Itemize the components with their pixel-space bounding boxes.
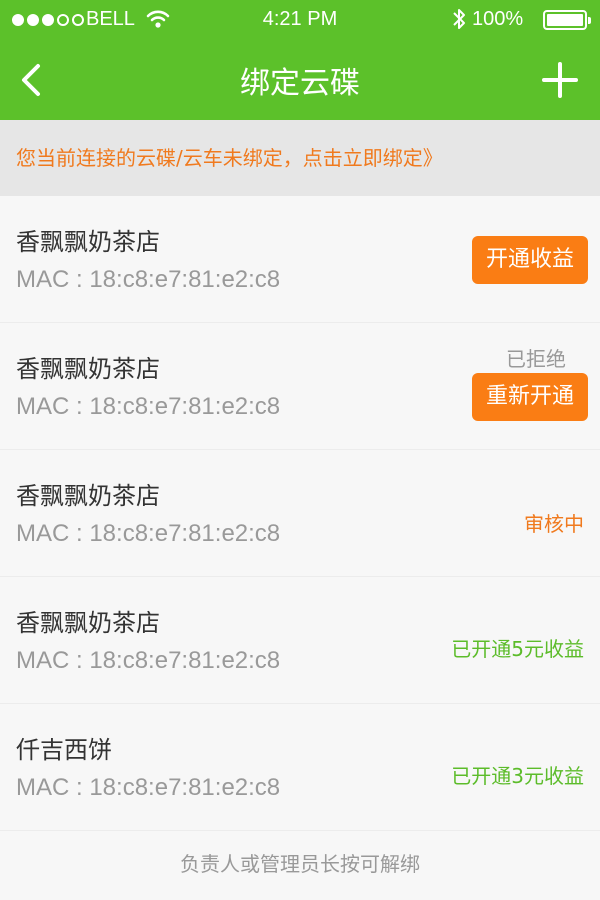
device-name: 香飘飘奶茶店: [16, 482, 160, 510]
plus-icon: [542, 62, 578, 98]
device-mac: MAC : 18:c8:e7:81:e2:c8: [16, 647, 281, 674]
status-activated: 已开通5元收益: [451, 637, 584, 661]
unbind-hint: 负责人或管理员长按可解绑: [180, 852, 420, 876]
device-mac: MAC : 18:c8:e7:81:e2:c8: [16, 774, 281, 801]
status-bar: BELL 4:21 PM 100%: [0, 0, 600, 40]
device-mac: MAC : 18:c8:e7:81:e2:c8: [16, 520, 281, 547]
device-name: 香飘飘奶茶店: [16, 228, 160, 256]
device-mac: MAC : 18:c8:e7:81:e2:c8: [16, 393, 281, 420]
device-name: 香飘飘奶茶店: [16, 609, 160, 637]
device-row[interactable]: 香飘飘奶茶店 MAC : 18:c8:e7:81:e2:c8 开通收益: [0, 196, 600, 323]
device-list: 香飘飘奶茶店 MAC : 18:c8:e7:81:e2:c8 开通收益 香飘飘奶…: [0, 196, 600, 831]
reactivate-button[interactable]: 重新开通: [472, 373, 588, 421]
battery-icon: [543, 10, 591, 30]
bind-notice-banner[interactable]: 您当前连接的云碟/云车未绑定，点击立即绑定》: [0, 120, 600, 196]
enable-earnings-button[interactable]: 开通收益: [472, 236, 588, 284]
device-row[interactable]: 香飘飘奶茶店 MAC : 18:c8:e7:81:e2:c8 已拒绝 重新开通: [0, 323, 600, 450]
device-row[interactable]: 仟吉西饼 MAC : 18:c8:e7:81:e2:c8 已开通3元收益: [0, 704, 600, 831]
device-name: 仟吉西饼: [16, 736, 112, 764]
status-under-review: 审核中: [524, 512, 584, 536]
status-rejected: 已拒绝: [506, 347, 566, 371]
device-mac: MAC : 18:c8:e7:81:e2:c8: [16, 266, 281, 293]
page-title: 绑定云碟: [240, 66, 360, 101]
bluetooth-icon: [452, 7, 466, 35]
add-button[interactable]: [540, 60, 580, 100]
device-row[interactable]: 香飘飘奶茶店 MAC : 18:c8:e7:81:e2:c8 已开通5元收益: [0, 577, 600, 704]
status-activated: 已开通3元收益: [451, 764, 584, 788]
battery-percent: 100%: [472, 8, 524, 30]
device-row[interactable]: 香飘飘奶茶店 MAC : 18:c8:e7:81:e2:c8 审核中: [0, 450, 600, 577]
device-name: 香飘飘奶茶店: [16, 355, 160, 383]
header: BELL 4:21 PM 100% 绑定云碟: [0, 0, 600, 120]
